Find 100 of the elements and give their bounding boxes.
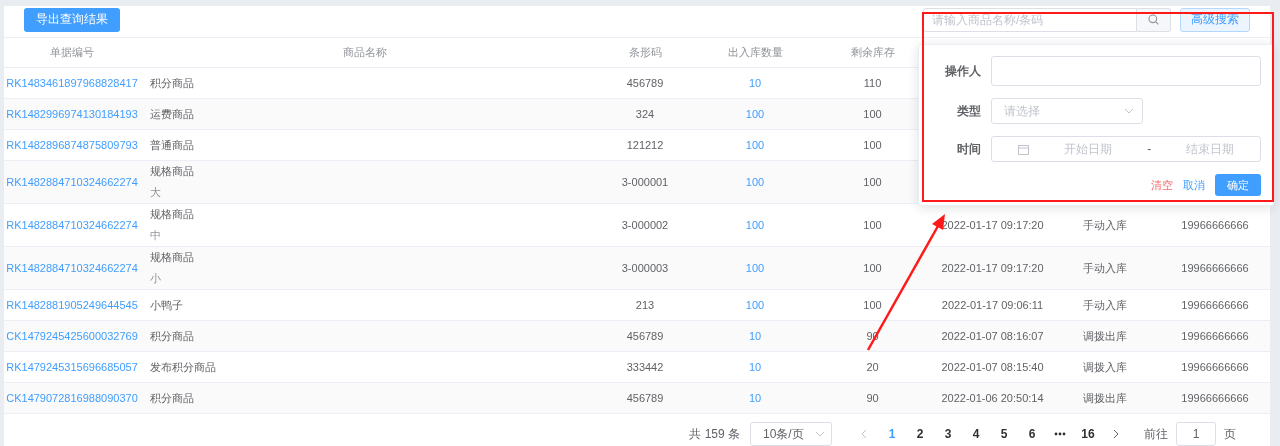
- order-number-link[interactable]: RK1482896874875809793: [4, 139, 140, 151]
- table-cell-text: 2022-01-06 20:50:14: [940, 392, 1045, 404]
- quantity-cell-text: 10: [747, 330, 763, 342]
- table-cell-text: 3-000002: [620, 219, 670, 231]
- goto-label: 前往: [1144, 425, 1168, 443]
- table-cell-text: 456789: [625, 330, 665, 342]
- quantity-cell-text: 100: [744, 262, 766, 274]
- search-button[interactable]: [1137, 7, 1171, 32]
- product-name: 积分商品: [150, 328, 195, 344]
- export-button[interactable]: 导出查询结果: [24, 7, 120, 32]
- product-name: 发布积分商品: [150, 359, 217, 375]
- table-cell-text: 20: [865, 361, 880, 373]
- table-cell-text: 19966666666: [1180, 262, 1250, 274]
- quantity-cell-text: 10: [747, 392, 763, 404]
- product-name: 规格商品: [150, 250, 195, 265]
- column-header: 商品名称: [342, 45, 388, 60]
- product-name: 积分商品: [150, 390, 195, 406]
- page-number[interactable]: 1: [878, 427, 906, 441]
- order-number-link[interactable]: RK1482881905249644545: [4, 299, 140, 311]
- page-number[interactable]: 4: [962, 427, 990, 441]
- table-cell-text: 110: [862, 77, 883, 89]
- page-jump-field[interactable]: 1: [1176, 422, 1216, 446]
- page-number[interactable]: 16: [1074, 427, 1102, 441]
- product-name: 规格商品: [150, 164, 195, 179]
- table-cell-text: 100: [862, 139, 883, 151]
- operator-field[interactable]: [991, 56, 1261, 86]
- product-name: 规格商品: [150, 207, 195, 222]
- page-number[interactable]: 5: [990, 427, 1018, 441]
- order-number-link[interactable]: RK1482884710324662274: [4, 176, 140, 188]
- table-cell-text: 324: [634, 108, 656, 120]
- product-spec: 小: [150, 271, 162, 286]
- table-cell-text: 100: [862, 262, 883, 274]
- end-date-placeholder: 结束日期: [1186, 140, 1235, 158]
- total-count: 共 159 条: [689, 425, 740, 443]
- quantity-cell-text: 10: [747, 77, 763, 89]
- form-label: 类型: [956, 102, 981, 120]
- range-separator: -: [1147, 142, 1152, 156]
- clear-button[interactable]: 清空: [1151, 177, 1173, 193]
- page-number[interactable]: 3: [934, 427, 962, 441]
- column-header: 单据编号: [49, 45, 95, 60]
- table-cell-text: 2022-01-17 09:06:11: [940, 299, 1045, 311]
- order-number-link[interactable]: RK1482884710324662274: [4, 262, 140, 274]
- table-cell-text: 100: [862, 299, 883, 311]
- cancel-button[interactable]: 取消: [1183, 177, 1205, 193]
- table-cell-text: 121212: [625, 139, 665, 151]
- page-unit-label: 页: [1224, 425, 1236, 443]
- quantity-cell-text: 100: [744, 299, 766, 311]
- advanced-search-button[interactable]: 高级搜索: [1180, 7, 1250, 32]
- quantity-cell-text: 100: [744, 219, 766, 231]
- form-label: 操作人: [944, 62, 981, 80]
- order-number-link[interactable]: RK1482996974130184193: [4, 108, 140, 120]
- product-name: 小鸭子: [150, 297, 184, 313]
- form-label: 时间: [956, 140, 981, 158]
- order-number-link[interactable]: RK1482884710324662274: [4, 219, 140, 231]
- type-select[interactable]: 请选择: [991, 98, 1143, 124]
- confirm-button[interactable]: 确定: [1215, 174, 1261, 196]
- quantity-cell-text: 100: [744, 176, 766, 188]
- table-cell-text: 333442: [625, 361, 665, 373]
- product-spec: 大: [150, 185, 162, 200]
- table-cell-text: 手动入库: [1082, 260, 1128, 276]
- table-cell-text: 2022-01-07 08:16:07: [940, 330, 1045, 342]
- product-spec: 中: [150, 228, 162, 243]
- product-name: 积分商品: [150, 75, 195, 91]
- table-cell-text: 调拨入库: [1082, 359, 1128, 375]
- table-cell-text: 19966666666: [1180, 219, 1250, 231]
- search-field[interactable]: 请输入商品名称/条码: [923, 7, 1137, 32]
- search-icon: [1148, 14, 1159, 25]
- calendar-icon: [1017, 143, 1029, 155]
- table-cell-text: 3-000001: [620, 176, 670, 188]
- table-cell-text: 456789: [625, 392, 665, 404]
- table-cell-text: 手动入库: [1082, 297, 1128, 313]
- page-size-select[interactable]: 10条/页: [750, 422, 832, 446]
- order-number-link[interactable]: CK1479245425600032769: [4, 330, 140, 342]
- quantity-cell-text: 100: [744, 139, 766, 151]
- table-cell-text: 19966666666: [1180, 299, 1250, 311]
- table-cell-text: 100: [862, 176, 883, 188]
- chevron-left-icon: [860, 429, 868, 439]
- table-cell-text: 456789: [625, 77, 665, 89]
- page-number[interactable]: 2: [906, 427, 934, 441]
- table-cell-text: 3-000003: [620, 262, 670, 274]
- table-cell-text: 19966666666: [1180, 361, 1250, 373]
- table-cell-text: 90: [865, 392, 880, 404]
- chevron-down-icon: [1124, 106, 1134, 116]
- table-cell-text: 2022-01-07 08:15:40: [940, 361, 1045, 373]
- table-cell-text: 213: [634, 299, 656, 311]
- quantity-cell-text: 10: [747, 361, 763, 373]
- product-name: 运费商品: [150, 106, 195, 122]
- date-range-field[interactable]: 开始日期 - 结束日期: [991, 136, 1261, 162]
- start-date-placeholder: 开始日期: [1063, 140, 1112, 158]
- order-number-link[interactable]: RK1483461897968828417: [4, 77, 140, 89]
- quantity-cell-text: 100: [744, 108, 766, 120]
- table-cell-text: 19966666666: [1180, 330, 1250, 342]
- chevron-down-icon: [815, 429, 825, 439]
- page-number[interactable]: 6: [1018, 427, 1046, 441]
- order-number-link[interactable]: CK1479072816988090370: [4, 392, 140, 404]
- order-number-link[interactable]: RK1479245315696685057: [4, 361, 140, 373]
- table-cell-text: 2022-01-17 09:17:20: [940, 219, 1045, 231]
- table-cell-text: 100: [862, 219, 883, 231]
- table-cell-text: 100: [862, 108, 883, 120]
- table-cell-text: 调拨出库: [1082, 328, 1128, 344]
